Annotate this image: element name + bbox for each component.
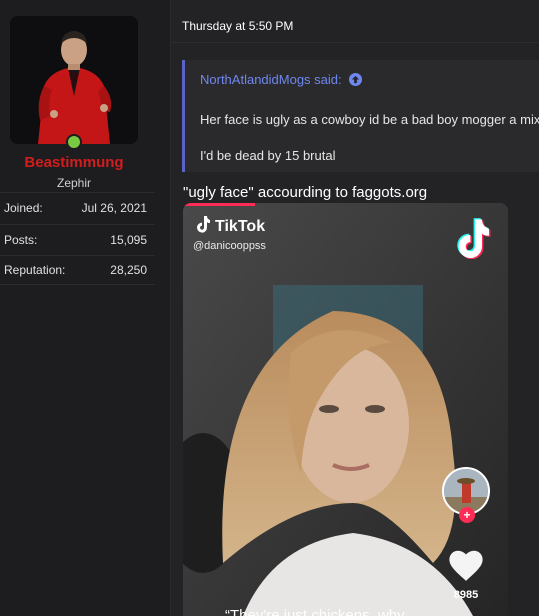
- tiktok-brand-label: TikTok: [215, 217, 266, 235]
- stat-label: Joined:: [4, 200, 43, 215]
- video-progress-bar: [183, 203, 255, 206]
- stat-value: Jul 26, 2021: [81, 200, 147, 215]
- user-title: Zephir: [56, 176, 91, 190]
- post-body: Thursday at 5:50 PM NorthAtlandidMogs sa…: [170, 0, 539, 616]
- tiktok-video-embed[interactable]: TikTok @danicooppss + 8985 “They're just…: [183, 203, 508, 616]
- quote-attribution[interactable]: NorthAtlandidMogs said:: [200, 72, 362, 87]
- post-date-link[interactable]: Thursday at 5:50 PM: [182, 19, 293, 33]
- post-text: "ugly face" accourding to faggots.org: [183, 184, 428, 201]
- user-sidebar: Beastimmung Zephir Joined: Jul 26, 2021 …: [0, 0, 170, 616]
- stat-posts: Posts: 15,095: [0, 224, 155, 254]
- quote-line: I'd be dead by 15 brutal: [200, 148, 336, 163]
- tiktok-brand: TikTok: [195, 215, 265, 238]
- avatar[interactable]: [10, 16, 138, 144]
- avatar-image: [10, 16, 138, 144]
- username-link[interactable]: Beastimmung: [0, 154, 148, 171]
- stat-value: 15,095: [110, 232, 147, 247]
- tiktok-note-icon: [195, 215, 211, 238]
- like-count: 8985: [453, 589, 479, 601]
- tiktok-logo-icon: [456, 217, 494, 264]
- quote-block: NorthAtlandidMogs said: Her face is ugly…: [182, 60, 539, 172]
- video-caption: “They're just chickens, why: [225, 607, 405, 616]
- tiktok-handle: @danicooppss: [193, 240, 266, 252]
- post-header-divider: [171, 42, 539, 43]
- online-status-indicator: [66, 134, 82, 150]
- stat-value: 28,250: [110, 263, 147, 277]
- heart-icon[interactable]: [447, 547, 485, 588]
- quote-author[interactable]: NorthAtlandidMogs said:: [200, 72, 342, 87]
- quote-line: Her face is ugly as a cowboy id be a bad…: [200, 112, 539, 127]
- stat-joined: Joined: Jul 26, 2021: [0, 192, 155, 222]
- stat-reputation: Reputation: 28,250: [0, 255, 155, 285]
- stat-label: Posts:: [4, 232, 38, 247]
- arrow-up-icon[interactable]: [348, 73, 362, 86]
- stat-label: Reputation:: [4, 263, 66, 277]
- follow-plus-icon[interactable]: +: [459, 507, 475, 523]
